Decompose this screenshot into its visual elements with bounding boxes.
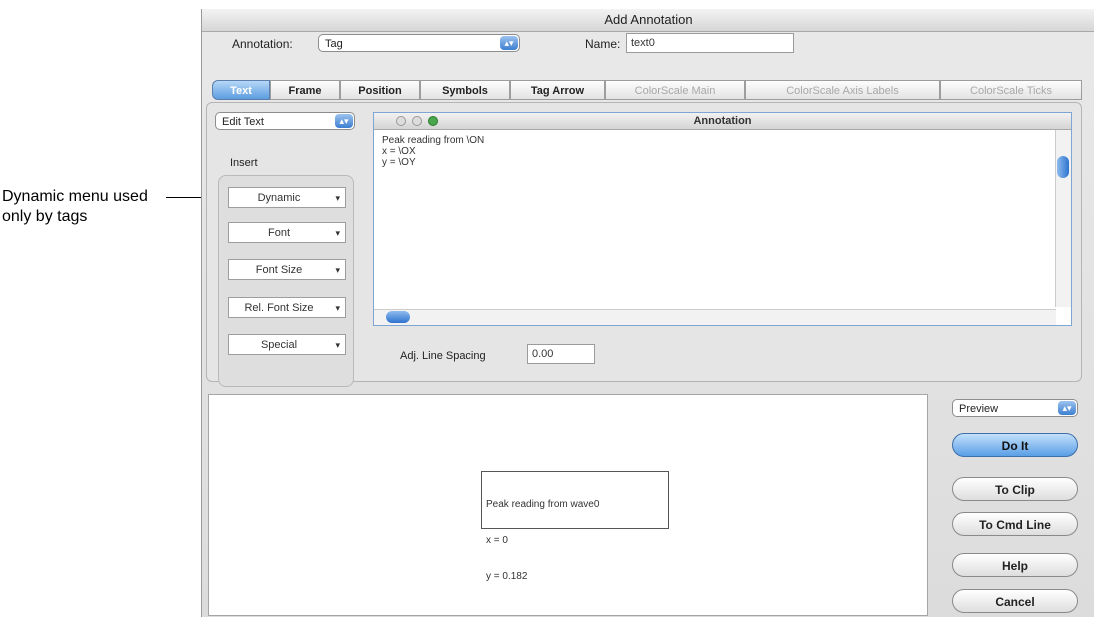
font-size-menu-label: Font Size — [255, 264, 303, 276]
to-cmd-line-button[interactable]: To Cmd Line — [952, 512, 1078, 536]
chevron-down-icon: ▾ — [335, 193, 340, 203]
special-menu-button[interactable]: Special ▾ — [228, 334, 346, 355]
tab-text[interactable]: Text — [212, 80, 270, 100]
annotation-editor[interactable]: Annotation Peak reading from \ON x = \OX… — [373, 112, 1072, 326]
tab-tag-arrow[interactable]: Tag Arrow — [510, 80, 605, 100]
horizontal-scrollbar[interactable] — [374, 309, 1056, 325]
rel-font-size-menu-label: Rel. Font Size — [244, 302, 314, 314]
preview-line: x = 0 — [486, 535, 508, 546]
popup-arrows-icon: ▴▾ — [335, 114, 353, 128]
to-clip-button[interactable]: To Clip — [952, 477, 1078, 501]
vertical-scrollbar[interactable] — [1055, 130, 1071, 307]
callout-line — [166, 197, 206, 198]
zoom-icon[interactable] — [428, 116, 438, 126]
font-menu-button[interactable]: Font ▾ — [228, 222, 346, 243]
editor-line: Peak reading from \ON — [382, 135, 485, 146]
dynamic-menu-button[interactable]: Dynamic ▾ — [228, 187, 346, 208]
callout-text: Dynamic menu used only by tags — [2, 188, 148, 225]
tab-symbols[interactable]: Symbols — [420, 80, 510, 100]
line-spacing-field[interactable]: 0.00 — [527, 344, 595, 364]
editor-line: x = \OX — [382, 146, 416, 157]
chevron-down-icon: ▾ — [335, 265, 340, 275]
preview-line: Peak reading from wave0 — [486, 499, 600, 510]
annotation-type-select[interactable]: Tag ▴▾ — [318, 34, 520, 52]
edit-mode-value: Edit Text — [222, 116, 264, 128]
chevron-down-icon: ▾ — [335, 228, 340, 238]
editor-line: y = \OY — [382, 157, 416, 168]
do-it-button[interactable]: Do It — [952, 433, 1078, 457]
preview-line: y = 0.182 — [486, 571, 528, 582]
tab-colorscale-axis-labels: ColorScale Axis Labels — [745, 80, 940, 100]
chevron-down-icon: ▾ — [335, 303, 340, 313]
font-menu-label: Font — [267, 227, 290, 239]
tab-position[interactable]: Position — [340, 80, 420, 100]
tab-colorscale-main: ColorScale Main — [605, 80, 745, 100]
tab-frame[interactable]: Frame — [270, 80, 340, 100]
rel-font-size-menu-button[interactable]: Rel. Font Size ▾ — [228, 297, 346, 318]
minimize-icon[interactable] — [412, 116, 422, 126]
insert-label: Insert — [230, 157, 258, 169]
help-button[interactable]: Help — [952, 553, 1078, 577]
preview-mode-value: Preview — [959, 403, 999, 415]
dynamic-menu-label: Dynamic — [257, 192, 301, 204]
tab-colorscale-ticks: ColorScale Ticks — [940, 80, 1082, 100]
close-icon[interactable] — [396, 116, 406, 126]
line-spacing-label: Adj. Line Spacing — [400, 350, 486, 362]
editor-title: Annotation — [374, 113, 1071, 130]
annotation-type-label: Annotation: — [232, 37, 293, 51]
vertical-scroll-thumb[interactable] — [1057, 156, 1069, 178]
cancel-button[interactable]: Cancel — [952, 589, 1078, 613]
dialog-title: Add Annotation — [202, 9, 1094, 32]
name-field[interactable]: text0 — [626, 33, 794, 53]
chevron-down-icon: ▾ — [335, 340, 340, 350]
special-menu-label: Special — [260, 339, 298, 351]
name-label: Name: — [585, 37, 621, 51]
popup-arrows-icon: ▴▾ — [500, 36, 518, 50]
preview-annotation: Peak reading from wave0 x = 0 y = 0.182 — [481, 471, 669, 582]
font-size-menu-button[interactable]: Font Size ▾ — [228, 259, 346, 280]
preview-mode-select[interactable]: Preview ▴▾ — [952, 399, 1078, 417]
horizontal-scroll-thumb[interactable] — [386, 311, 410, 323]
popup-arrows-icon: ▴▾ — [1058, 401, 1076, 415]
edit-mode-select[interactable]: Edit Text ▴▾ — [215, 112, 355, 130]
annotation-type-value: Tag — [325, 38, 343, 50]
